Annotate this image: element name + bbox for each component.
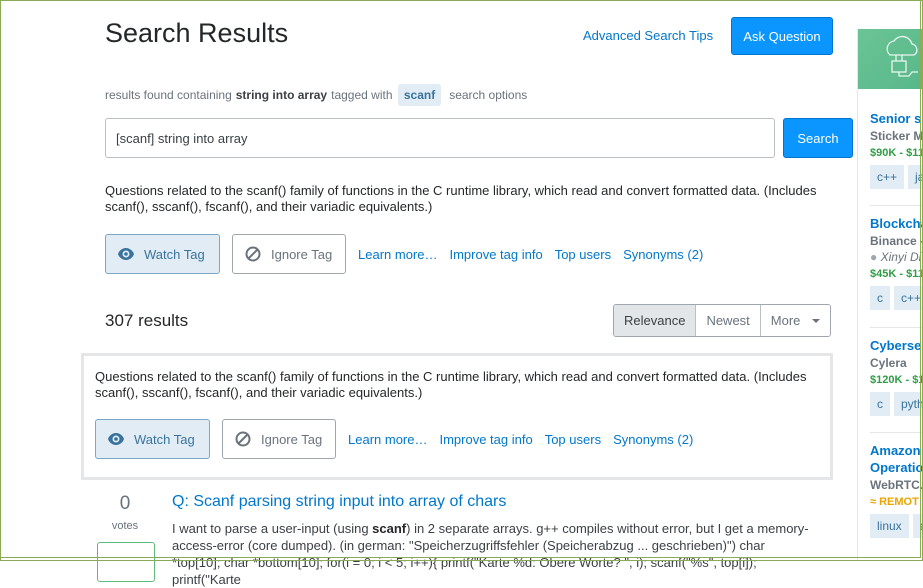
improve-tag-info-link[interactable]: Improve tag info — [449, 247, 542, 262]
map-pin-icon: ● — [870, 250, 878, 264]
improve-tag-info-link[interactable]: Improve tag info — [439, 432, 532, 447]
summary-tagged-with: tagged with — [331, 88, 393, 102]
job-listing[interactable]: Senior s Sticker M $90K - $11 c++ ja — [870, 110, 923, 189]
ban-icon — [235, 431, 251, 447]
ignore-tag-button[interactable]: Ignore Tag — [222, 419, 336, 459]
job-remote: ≈ REMOT — [870, 496, 923, 508]
synonyms-link[interactable]: Synonyms (2) — [613, 432, 693, 447]
job-tag[interactable]: c — [870, 392, 890, 416]
tag-description: Questions related to the scanf() family … — [105, 183, 817, 214]
question-result: 0 votes Q: Scanf parsing string input in… — [82, 490, 842, 587]
job-remote-label: REMOT — [879, 496, 919, 508]
tag-chip-scanf[interactable]: scanf — [397, 84, 442, 106]
vote-count: 0 — [119, 493, 131, 514]
excerpt-text: I want to parse a user-input (using — [172, 521, 373, 536]
tag-actions: Watch Tag Ignore Tag Learn more… Improve… — [105, 234, 703, 274]
frame-divider — [920, 0, 921, 558]
sort-more-label: More — [770, 313, 801, 328]
excerpt-highlight: scanf — [372, 521, 407, 536]
job-tags: linux a — [870, 514, 923, 538]
job-salary: $90K - $11 — [870, 147, 923, 159]
learn-more-link[interactable]: Learn more… — [348, 432, 427, 447]
jobs-sidebar: Senior s Sticker M $90K - $11 c++ ja Blo… — [857, 0, 923, 561]
sort-options: Relevance Newest More — [613, 304, 832, 337]
job-title[interactable]: Amazon Operatio — [870, 442, 923, 476]
answers-count-box — [97, 542, 155, 582]
question-title-link[interactable]: Q: Scanf parsing string input into array… — [172, 493, 506, 511]
job-listing[interactable]: Amazon Operatio WebRTC. ≈ REMOT linux a — [870, 442, 923, 538]
sort-relevance-button[interactable]: Relevance — [614, 305, 696, 336]
search-summary: results found containing string into arr… — [105, 84, 527, 106]
watch-tag-label: Watch Tag — [134, 431, 195, 447]
job-salary: $45K - $11 — [870, 268, 923, 280]
job-tag[interactable]: c++ — [870, 165, 905, 189]
tag-actions: Watch Tag Ignore Tag Learn more… Improve… — [95, 419, 693, 459]
divider — [870, 327, 923, 328]
divider — [870, 205, 923, 206]
eye-icon — [118, 248, 134, 260]
learn-more-link[interactable]: Learn more… — [358, 247, 437, 262]
results-count: 307 results — [105, 311, 189, 330]
job-company: Sticker M — [870, 129, 923, 143]
ignore-tag-label: Ignore Tag — [261, 431, 323, 447]
sort-more-button[interactable]: More — [759, 305, 831, 336]
ban-icon — [245, 246, 261, 262]
advanced-search-tips-link[interactable]: Advanced Search Tips — [583, 28, 713, 43]
ask-question-button[interactable]: Ask Question — [731, 17, 833, 55]
wifi-icon: ≈ — [870, 496, 877, 508]
job-listing[interactable]: Blockcha Binance - ● Xinyi Di $45K - $11… — [870, 215, 923, 310]
summary-prefix: results found containing — [105, 88, 232, 102]
divider — [870, 432, 923, 433]
job-listing[interactable]: Cybersec Cylera $120K - $1 c pyth — [870, 337, 923, 416]
job-location: ● Xinyi Di — [870, 250, 923, 264]
job-company: WebRTC. — [870, 478, 923, 492]
job-tag[interactable]: linux — [870, 514, 909, 538]
watch-tag-button[interactable]: Watch Tag — [95, 419, 210, 459]
job-location-text: Xinyi Di — [880, 250, 922, 264]
search-input[interactable] — [105, 118, 775, 158]
eye-icon — [108, 433, 124, 445]
job-tag[interactable]: pyth — [894, 392, 923, 416]
watch-tag-label: Watch Tag — [144, 246, 205, 262]
jobs-banner — [858, 29, 923, 89]
job-tag[interactable]: a — [912, 514, 923, 538]
search-button[interactable]: Search — [783, 118, 853, 158]
page-title: Search Results — [105, 18, 289, 48]
summary-query-terms: string into array — [235, 88, 328, 102]
tag-info-box: Questions related to the scanf() family … — [81, 353, 833, 480]
vote-stats: 0 votes — [82, 493, 168, 532]
tag-description: Questions related to the scanf() family … — [95, 369, 807, 400]
job-tags: c pyth — [870, 392, 923, 416]
caret-down-icon — [812, 318, 821, 323]
job-tag[interactable]: c — [870, 286, 890, 310]
top-users-link[interactable]: Top users — [555, 247, 611, 262]
vote-label: votes — [111, 520, 139, 532]
frame-divider-bottom — [0, 557, 921, 558]
ignore-tag-label: Ignore Tag — [271, 246, 333, 262]
job-company: Cylera — [870, 356, 907, 370]
job-tags: c c++ — [870, 286, 923, 310]
job-title[interactable]: Senior s — [870, 110, 923, 127]
search-options-link[interactable]: search options — [449, 88, 527, 102]
synonyms-link[interactable]: Synonyms (2) — [623, 247, 703, 262]
job-title[interactable]: Blockcha — [870, 215, 923, 232]
job-company: Binance - — [870, 234, 923, 248]
job-salary: $120K - $1 — [870, 374, 923, 386]
question-excerpt: I want to parse a user-input (using scan… — [172, 520, 812, 588]
sort-newest-button[interactable]: Newest — [695, 305, 760, 336]
cloud-plug-icon — [886, 35, 918, 77]
watch-tag-button[interactable]: Watch Tag — [105, 234, 220, 274]
job-title[interactable]: Cybersec — [870, 337, 923, 354]
job-tags: c++ ja — [870, 165, 923, 189]
top-users-link[interactable]: Top users — [545, 432, 601, 447]
ignore-tag-button[interactable]: Ignore Tag — [232, 234, 346, 274]
job-tag[interactable]: c++ — [894, 286, 923, 310]
